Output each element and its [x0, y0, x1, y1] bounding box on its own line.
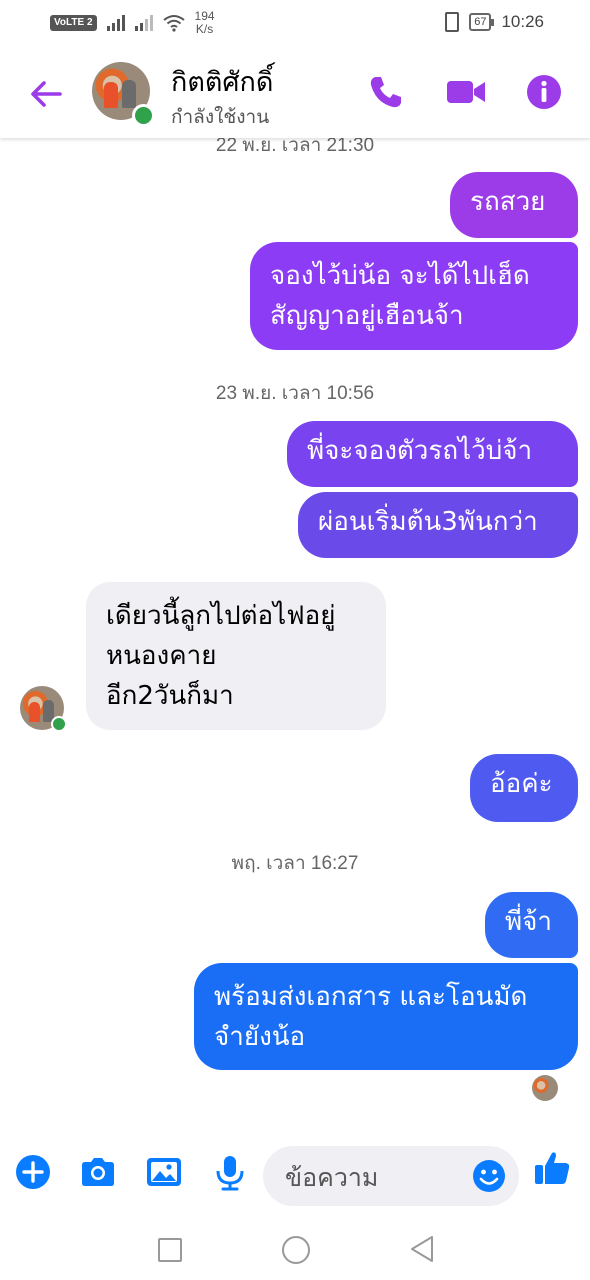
outgoing-message[interactable]: พี่จะจองตัวรถไว้บ่จ้า: [287, 421, 578, 487]
signal-icon: [106, 15, 125, 31]
contact-name[interactable]: กิตติศักดิ์: [171, 60, 273, 103]
outgoing-message[interactable]: จองไว้บ่น้อ จะได้ไปเฮ็ด สัญญาอยู่เฮือนจ้…: [250, 242, 578, 350]
message-input[interactable]: [283, 1156, 467, 1198]
status-bar: VoLTE 2 194 K/s 67 10:26: [0, 0, 590, 46]
wifi-icon: [162, 15, 185, 32]
camera-icon[interactable]: [78, 1152, 118, 1192]
composer-bar: [0, 1128, 590, 1228]
message-text-line: หนองคาย: [106, 641, 217, 671]
outgoing-message[interactable]: รถสวย: [450, 172, 578, 238]
message-input-box[interactable]: [263, 1146, 519, 1206]
conversation-header: กิตติศักดิ์ กำลังใช้งาน: [0, 46, 590, 138]
status-left: VoLTE 2 194 K/s: [50, 10, 215, 36]
volte-label: VoLTE: [54, 17, 85, 28]
message-text-line: อีก2วันก็มา: [106, 681, 234, 711]
message-text-line: สัญญาอยู่เฮือนจ้า: [270, 301, 464, 331]
back-arrow-icon[interactable]: [26, 74, 66, 114]
home-button[interactable]: [282, 1236, 310, 1264]
incoming-message[interactable]: เดียวนี้ลูกไปต่อไฟอยู่ หนองคาย อีก2วันก็…: [86, 582, 386, 730]
thumbs-up-icon[interactable]: [532, 1148, 572, 1188]
system-nav-bar: [0, 1228, 590, 1280]
video-call-icon[interactable]: [446, 72, 486, 112]
message-text-line: จองไว้บ่น้อ จะได้ไปเฮ็ด: [270, 261, 530, 291]
online-indicator: [132, 104, 155, 127]
image-icon[interactable]: [144, 1152, 184, 1192]
battery-icon: 67: [469, 13, 495, 31]
online-indicator: [51, 716, 67, 732]
emoji-icon[interactable]: [471, 1158, 507, 1194]
plus-icon[interactable]: [13, 1152, 53, 1192]
outgoing-message[interactable]: พร้อมส่งเอกสาร และโอนมัด จำยังน้อ: [194, 963, 578, 1070]
message-text: อ้อค่ะ: [490, 769, 553, 799]
message-list[interactable]: 22 พ.ย. เวลา 21:30 รถสวย จองไว้บ่น้อ จะไ…: [0, 135, 590, 1128]
volte-badge: VoLTE 2: [50, 15, 97, 31]
outgoing-message[interactable]: พี่จ้า: [485, 892, 578, 958]
message-text: ผ่อนเริ่มต้น3พันกว่า: [318, 507, 538, 537]
info-icon[interactable]: [524, 72, 564, 112]
outgoing-message[interactable]: อ้อค่ะ: [470, 754, 578, 822]
sim-slot-label: 2: [86, 17, 93, 28]
seen-receipt-avatar: [532, 1075, 558, 1101]
recent-apps-button[interactable]: [158, 1238, 182, 1262]
vibrate-icon: [445, 12, 460, 32]
message-text-line: เดียวนี้ลูกไปต่อไฟอยู่: [106, 601, 336, 631]
message-text: รถสวย: [470, 187, 546, 217]
message-text: พี่จะจองตัวรถไว้บ่จ้า: [307, 436, 533, 466]
clock: 10:26: [501, 12, 544, 31]
speed-unit: K/s: [195, 22, 214, 36]
status-right: 67 10:26: [445, 12, 544, 32]
timestamp: 23 พ.ย. เวลา 10:56: [215, 383, 375, 404]
message-text-line: พร้อมส่งเอกสาร และโอนมัด: [214, 982, 528, 1012]
contact-status: กำลังใช้งาน: [171, 106, 270, 128]
microphone-icon[interactable]: [210, 1152, 250, 1192]
network-speed: 194 K/s: [195, 10, 215, 36]
system-back-icon[interactable]: [408, 1234, 436, 1264]
outgoing-message[interactable]: ผ่อนเริ่มต้น3พันกว่า: [298, 492, 578, 558]
timestamp: พฤ. เวลา 16:27: [231, 853, 359, 874]
phone-icon[interactable]: [366, 72, 406, 112]
message-text-line: จำยังน้อ: [214, 1022, 306, 1052]
message-text: พี่จ้า: [505, 907, 552, 937]
signal-2-icon: [134, 15, 153, 31]
battery-level: 67: [474, 16, 487, 28]
